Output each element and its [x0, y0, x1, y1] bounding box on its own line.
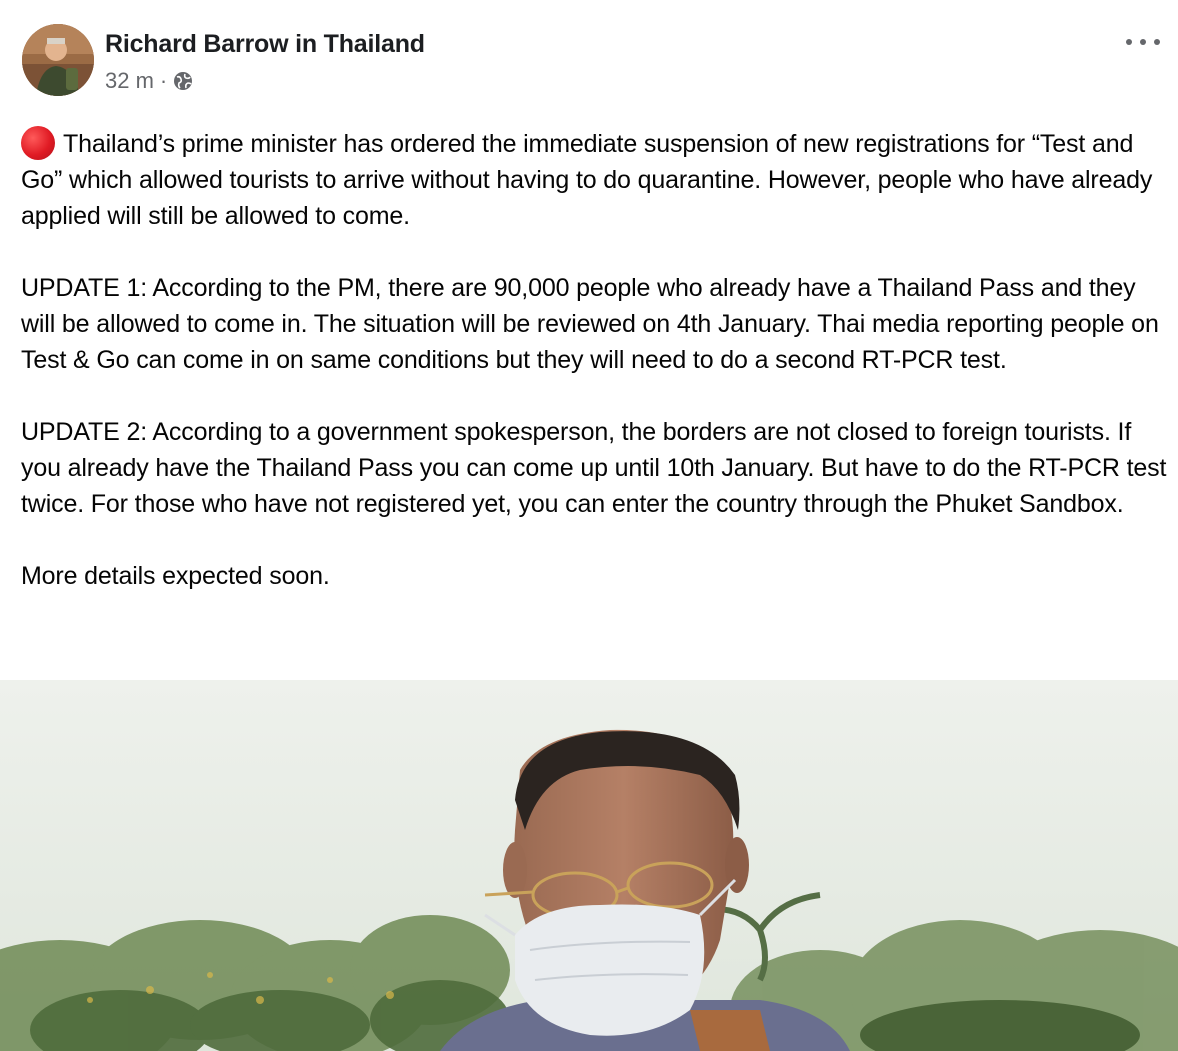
paragraph-4: More details expected soon. [21, 562, 330, 590]
paragraph-1: Thailand’s prime minister has ordered th… [21, 126, 1171, 234]
post-meta: 32 m · [105, 68, 193, 94]
globe-icon[interactable] [173, 71, 193, 91]
avatar-image [22, 24, 94, 96]
post-header: Richard Barrow in Thailand 32 m · [22, 24, 1178, 104]
more-dot [1140, 39, 1146, 45]
more-dot [1126, 39, 1132, 45]
meta-separator: · [159, 68, 168, 93]
photo-illustration [0, 680, 1178, 1051]
red-circle-icon [21, 126, 55, 160]
paragraph-2: UPDATE 1: According to the PM, there are… [21, 274, 1159, 374]
more-dot [1154, 39, 1160, 45]
post-text: Thailand’s prime minister has ordered th… [21, 126, 1171, 630]
post-photo[interactable] [0, 680, 1178, 1051]
more-options-icon[interactable] [1126, 30, 1160, 54]
paragraph-1-text: Thailand’s prime minister has ordered th… [21, 130, 1153, 230]
post-time[interactable]: 32 m [105, 68, 154, 94]
avatar[interactable] [22, 24, 94, 96]
author-name[interactable]: Richard Barrow in Thailand [105, 30, 425, 59]
paragraph-3: UPDATE 2: According to a government spok… [21, 418, 1167, 518]
